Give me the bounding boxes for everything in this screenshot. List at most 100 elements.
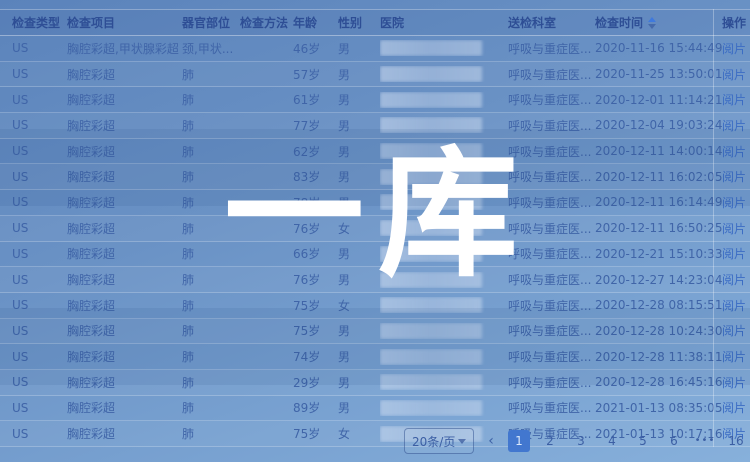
cell-hospital bbox=[380, 246, 508, 262]
table-row[interactable]: US胸腔彩超肺77岁男呼吸与重症医...2020-12-04 19:03:24阅… bbox=[0, 113, 750, 139]
pager-item-1[interactable]: 1 bbox=[508, 430, 530, 452]
cell-dept: 呼吸与重症医... bbox=[508, 66, 595, 83]
view-images-link[interactable]: 阅片 bbox=[722, 247, 746, 261]
cell-type: US bbox=[12, 41, 67, 55]
cell-type: US bbox=[12, 144, 67, 158]
table-row[interactable]: US胸腔彩超肺66岁男呼吸与重症医...2020-12-21 15:10:33阅… bbox=[0, 242, 750, 268]
table-row[interactable]: US胸腔彩超肺78岁男呼吸与重症医...2020-12-11 16:14:49阅… bbox=[0, 190, 750, 216]
cell-time: 2020-12-28 16:45:16 bbox=[595, 375, 722, 389]
cell-text: 肺 bbox=[182, 350, 194, 364]
view-images-link[interactable]: 阅片 bbox=[722, 119, 746, 133]
cell-text: 颈,甲状... bbox=[182, 42, 233, 56]
column-header-label: 检查方法 bbox=[240, 14, 288, 31]
cell-text: 胸腔彩超 bbox=[67, 350, 115, 364]
view-images-link[interactable]: 阅片 bbox=[722, 222, 746, 236]
cell-text: 76岁 bbox=[293, 273, 320, 287]
cell-text: US bbox=[12, 144, 28, 158]
column-header-label: 年龄 bbox=[293, 14, 317, 31]
table-row[interactable]: US胸腔彩超肺75岁女呼吸与重症医...2020-12-28 08:15:51阅… bbox=[0, 293, 750, 319]
cell-organ: 颈,甲状... bbox=[182, 40, 240, 57]
cell-item: 胸腔彩超 bbox=[67, 117, 182, 134]
cell-hospital bbox=[380, 169, 508, 185]
cell-item: 胸腔彩超 bbox=[67, 66, 182, 83]
table-row[interactable]: US胸腔彩超肺62岁男呼吸与重症医...2020-12-11 14:00:14阅… bbox=[0, 139, 750, 165]
hospital-redacted-blob bbox=[380, 246, 482, 262]
cell-text: 男 bbox=[338, 401, 350, 415]
table-row[interactable]: US胸腔彩超肺61岁男呼吸与重症医...2020-12-01 11:14:21阅… bbox=[0, 87, 750, 113]
column-header-organ: 器官部位 bbox=[182, 14, 240, 31]
cell-action: 阅片 bbox=[722, 322, 750, 339]
cell-text: 2020-12-11 16:50:25 bbox=[595, 221, 722, 235]
view-images-link[interactable]: 阅片 bbox=[722, 376, 746, 390]
view-images-link[interactable]: 阅片 bbox=[722, 42, 746, 56]
view-images-link[interactable]: 阅片 bbox=[722, 196, 746, 210]
cell-text: 61岁 bbox=[293, 93, 320, 107]
pager-item-4[interactable]: 4 bbox=[601, 430, 623, 452]
cell-hospital bbox=[380, 92, 508, 108]
table-row[interactable]: US胸腔彩超肺75岁男呼吸与重症医...2020-12-28 10:24:30阅… bbox=[0, 319, 750, 345]
table-row[interactable]: US胸腔彩超肺89岁男呼吸与重症医...2021-01-13 08:35:05阅… bbox=[0, 396, 750, 422]
cell-type: US bbox=[12, 401, 67, 415]
column-header-label: 性别 bbox=[338, 14, 362, 31]
view-images-link[interactable]: 阅片 bbox=[722, 401, 746, 415]
pager-item-3[interactable]: 3 bbox=[570, 430, 592, 452]
cell-text: 胸腔彩超 bbox=[67, 401, 115, 415]
view-images-link[interactable]: 阅片 bbox=[722, 350, 746, 364]
cell-dept: 呼吸与重症医... bbox=[508, 220, 595, 237]
view-images-link[interactable]: 阅片 bbox=[722, 145, 746, 159]
prev-page-button[interactable]: ‹ bbox=[483, 433, 499, 449]
cell-action: 阅片 bbox=[722, 271, 750, 288]
view-images-link[interactable]: 阅片 bbox=[722, 273, 746, 287]
view-images-link[interactable]: 阅片 bbox=[722, 299, 746, 313]
cell-text: 女 bbox=[338, 222, 350, 236]
cell-organ: 肺 bbox=[182, 117, 240, 134]
cell-age: 61岁 bbox=[293, 91, 338, 108]
cell-text: 呼吸与重症医... bbox=[508, 299, 591, 313]
cell-dept: 呼吸与重症医... bbox=[508, 168, 595, 185]
pager-item-2[interactable]: 2 bbox=[539, 430, 561, 452]
pager-ellipsis[interactable]: ••• bbox=[694, 430, 716, 452]
sort-carets-icon[interactable] bbox=[648, 17, 656, 29]
table-row[interactable]: US胸腔彩超肺29岁男呼吸与重症医...2020-12-28 16:45:16阅… bbox=[0, 370, 750, 396]
column-header-time[interactable]: 检查时间 bbox=[595, 14, 722, 31]
cell-text: US bbox=[12, 427, 28, 441]
column-header-dept: 送检科室 bbox=[508, 14, 595, 31]
cell-hospital bbox=[380, 297, 508, 313]
cell-text: 男 bbox=[338, 324, 350, 338]
view-images-link[interactable]: 阅片 bbox=[722, 324, 746, 338]
view-images-link[interactable]: 阅片 bbox=[722, 68, 746, 82]
cell-time: 2020-12-11 16:14:49 bbox=[595, 195, 722, 209]
cell-text: 76岁 bbox=[293, 222, 320, 236]
table-row[interactable]: US胸腔彩超肺76岁男呼吸与重症医...2020-12-27 14:23:04阅… bbox=[0, 267, 750, 293]
cell-gender: 男 bbox=[338, 194, 380, 211]
view-images-link[interactable]: 阅片 bbox=[722, 170, 746, 184]
cell-dept: 呼吸与重症医... bbox=[508, 91, 595, 108]
pager-item-16[interactable]: 16 bbox=[725, 430, 747, 452]
page-size-select[interactable]: 20条/页 bbox=[404, 428, 474, 454]
view-images-link[interactable]: 阅片 bbox=[722, 93, 746, 107]
pager-item-5[interactable]: 5 bbox=[632, 430, 654, 452]
cell-text: 男 bbox=[338, 350, 350, 364]
cell-hospital bbox=[380, 143, 508, 159]
table-row[interactable]: US胸腔彩超肺83岁男呼吸与重症医...2020-12-11 16:02:05阅… bbox=[0, 164, 750, 190]
cell-text: 2020-12-11 16:02:05 bbox=[595, 170, 722, 184]
cell-action: 阅片 bbox=[722, 348, 750, 365]
cell-text: 89岁 bbox=[293, 401, 320, 415]
cell-item: 胸腔彩超 bbox=[67, 425, 182, 442]
pager-item-6[interactable]: 6 bbox=[663, 430, 685, 452]
cell-item: 胸腔彩超 bbox=[67, 271, 182, 288]
table-row[interactable]: US胸腔彩超,甲状腺彩超颈,甲状...46岁男呼吸与重症医...2020-11-… bbox=[0, 36, 750, 62]
table-row[interactable]: US胸腔彩超肺74岁男呼吸与重症医...2020-12-28 11:38:11阅… bbox=[0, 344, 750, 370]
table-row[interactable]: US胸腔彩超肺76岁女呼吸与重症医...2020-12-11 16:50:25阅… bbox=[0, 216, 750, 242]
cell-hospital bbox=[380, 40, 508, 56]
cell-text: 男 bbox=[338, 170, 350, 184]
cell-text: 2020-11-25 13:50:01 bbox=[595, 67, 722, 81]
hospital-redacted-blob bbox=[380, 66, 482, 82]
cell-time: 2020-12-04 19:03:24 bbox=[595, 118, 722, 132]
cell-dept: 呼吸与重症医... bbox=[508, 245, 595, 262]
cell-text: 2020-12-01 11:14:21 bbox=[595, 93, 722, 107]
cell-hospital bbox=[380, 400, 508, 416]
table-row[interactable]: US胸腔彩超肺57岁男呼吸与重症医...2020-11-25 13:50:01阅… bbox=[0, 62, 750, 88]
cell-text: 肺 bbox=[182, 222, 194, 236]
column-header-type: 检查类型 bbox=[12, 14, 67, 31]
